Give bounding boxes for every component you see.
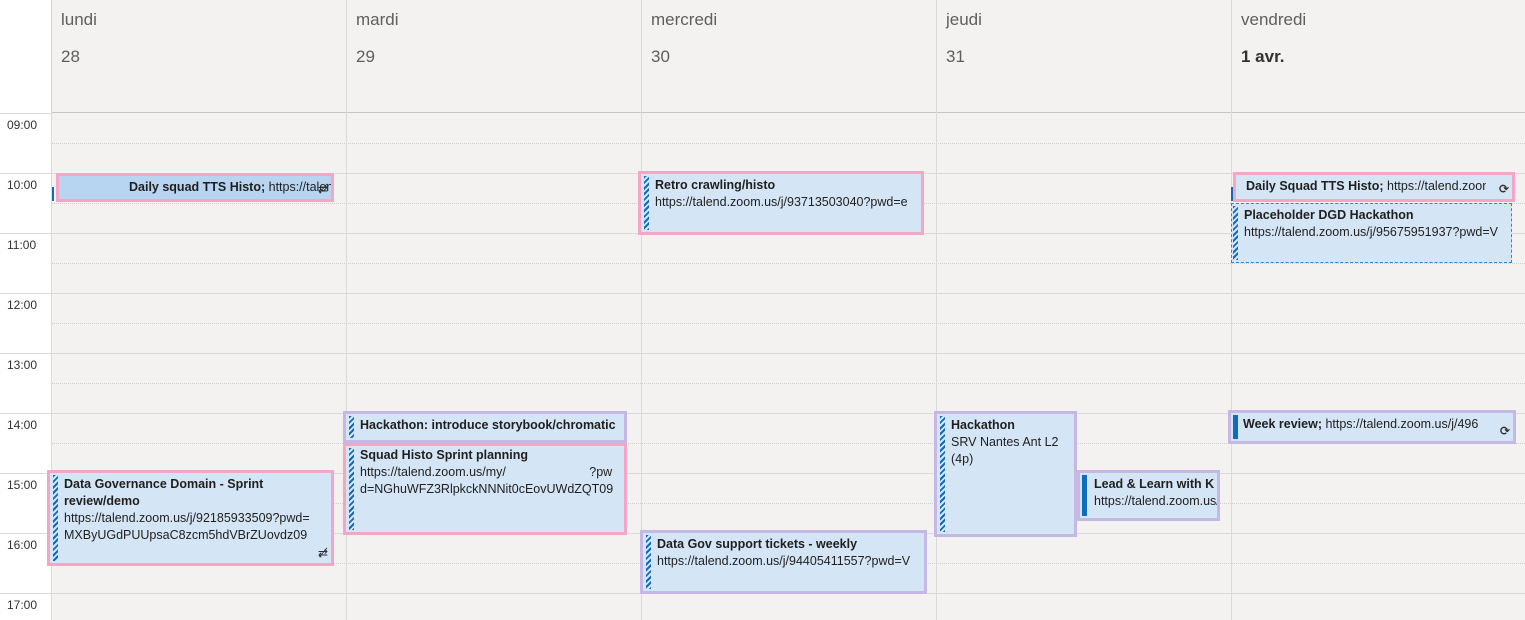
event-hackathon-storybook[interactable]: Hackathon: introduce storybook/chromatic	[343, 411, 627, 443]
event-link: https://talend.zoom.us/j/	[1386, 179, 1486, 193]
not-synced-icon: ⇄̸	[317, 182, 328, 196]
busy-bar	[1082, 475, 1087, 516]
event-link: https://talend.zoom.us/my/ ?pw	[360, 465, 613, 479]
time-label: 11:00	[7, 238, 37, 252]
tentative-stripe	[940, 416, 945, 532]
tentative-stripe	[644, 176, 649, 230]
time-label: 13:00	[7, 358, 38, 372]
day-name: vendredi	[1241, 10, 1307, 29]
day-date: 1 avr.	[1241, 47, 1285, 66]
tentative-stripe	[349, 416, 354, 438]
event-title: Squad Histo Sprint planning	[360, 448, 529, 462]
column-divider	[346, 112, 347, 620]
event-title: Placeholder DGD Hackathon	[1244, 208, 1414, 222]
event-squad-sprint-planning[interactable]: Squad Histo Sprint planning https://tale…	[343, 443, 627, 535]
gutter-tick	[0, 473, 51, 474]
header-corner	[0, 0, 51, 113]
event-hackathon-thursday[interactable]: Hackathon SRV Nantes Ant L2 (4p)	[934, 411, 1077, 537]
calendar-week-view: lundi 28 mardi 29 mercredi 30 jeudi 31 v…	[0, 0, 1525, 620]
event-link: https://talend.zoom.us/j/496	[1321, 417, 1479, 431]
event-link: https://talend.zoom.us/j/	[1094, 494, 1220, 508]
time-label: 16:00	[7, 538, 38, 552]
day-header-friday[interactable]: vendredi 1 avr.	[1231, 0, 1525, 112]
event-link: https://talend.zoom.us/j/93713503040?pwd…	[655, 195, 908, 209]
header-divider	[51, 112, 1525, 113]
busy-bar	[1233, 415, 1238, 439]
time-label: 14:00	[7, 418, 38, 432]
event-title: Data Governance Domain - Sprint review/d…	[64, 477, 264, 508]
event-text: Daily Squad TTS Histo; https://talend.zo…	[1246, 178, 1486, 195]
gutter-tick	[0, 293, 51, 294]
event-text: Week review; https://talend.zoom.us/j/49…	[1243, 416, 1487, 433]
event-title: Retro crawling/histo	[655, 178, 776, 192]
event-title: Daily squad TTS Histo;	[129, 180, 266, 194]
gutter-tick	[0, 593, 51, 594]
hour-line	[51, 353, 1525, 354]
event-data-governance-sprint-review[interactable]: Data Governance Domain - Sprint review/d…	[47, 470, 334, 566]
event-title: Hackathon: introduce storybook/chromatic	[360, 418, 616, 432]
event-lead-and-learn[interactable]: Lead & Learn with K https://talend.zoom.…	[1077, 470, 1220, 521]
hour-line	[51, 293, 1525, 294]
event-daily-squad-monday[interactable]: Daily squad TTS Histo; https://talend.zo…	[56, 173, 334, 202]
event-placeholder-dgd-hackathon[interactable]: Placeholder DGD Hackathon https://talend…	[1231, 203, 1512, 263]
day-header-tuesday[interactable]: mardi 29	[346, 0, 641, 112]
event-title: Hackathon	[951, 418, 1015, 432]
time-label: 17:00	[7, 598, 38, 612]
half-hour-line	[51, 323, 1525, 324]
time-label: 09:00	[7, 118, 38, 132]
event-link-cont: MXByUGdPUUpsaC8zcm5hdVBrZUovdz09	[64, 528, 308, 542]
gutter-tick	[0, 413, 51, 414]
event-retro-crawling[interactable]: Retro crawling/histo https://talend.zoom…	[638, 171, 924, 235]
day-date: 31	[946, 47, 965, 66]
day-header-thursday[interactable]: jeudi 31	[936, 0, 1231, 112]
event-title: Data Gov support tickets - weekly	[657, 537, 858, 551]
tentative-stripe	[349, 448, 354, 530]
day-header-wednesday[interactable]: mercredi 30	[641, 0, 936, 112]
day-header-monday[interactable]: lundi 28	[51, 0, 346, 112]
day-date: 28	[61, 47, 80, 66]
event-title: Lead & Learn with K	[1094, 477, 1215, 491]
event-title: Week review;	[1243, 417, 1322, 431]
tentative-stripe	[646, 535, 651, 589]
event-link: https://talend.zoom.us/j/94405411557?pwd…	[657, 554, 911, 568]
gutter-tick	[0, 173, 51, 174]
event-edge-marker	[52, 187, 54, 201]
day-date: 29	[356, 47, 375, 66]
day-name: mercredi	[651, 10, 718, 29]
event-title: Daily Squad TTS Histo;	[1246, 179, 1384, 193]
gutter-tick	[0, 533, 51, 534]
half-hour-line	[51, 263, 1525, 264]
tentative-stripe	[1233, 206, 1238, 260]
day-name: jeudi	[946, 10, 982, 29]
event-daily-squad-friday[interactable]: Daily Squad TTS Histo; https://talend.zo…	[1233, 172, 1515, 202]
event-link: https://talend.zoom.us/j/92185933509?pwd…	[64, 511, 310, 525]
event-week-review[interactable]: Week review; https://talend.zoom.us/j/49…	[1228, 410, 1516, 444]
event-location-cont: (4p)	[951, 452, 974, 466]
not-synced-icon: ⇄̸	[317, 546, 328, 560]
column-divider	[936, 112, 937, 620]
event-link-cont: d=NGhuWFZ3RlpkckNNNit0cEovUWdZQT09	[360, 482, 614, 496]
day-name: mardi	[356, 10, 399, 29]
time-label: 12:00	[7, 298, 38, 312]
time-label: 10:00	[7, 178, 38, 192]
tentative-stripe	[53, 475, 58, 561]
event-link: https://talend.zoom.us/j/95675951937?pwd…	[1244, 225, 1499, 239]
event-data-gov-support[interactable]: Data Gov support tickets - weekly https:…	[640, 530, 927, 594]
event-text: Daily squad TTS Histo; https://talend.zo…	[129, 179, 331, 196]
day-name: lundi	[61, 10, 97, 29]
day-date: 30	[651, 47, 670, 66]
half-hour-line	[51, 383, 1525, 384]
event-location: SRV Nantes Ant L2	[951, 435, 1059, 449]
gutter-tick	[0, 233, 51, 234]
half-hour-line	[51, 143, 1525, 144]
sync-icon: ⟳	[1498, 182, 1509, 196]
gutter-tick	[0, 113, 51, 114]
sync-icon: ⟳	[1499, 424, 1510, 438]
time-label: 15:00	[7, 478, 38, 492]
gutter-tick	[0, 353, 51, 354]
